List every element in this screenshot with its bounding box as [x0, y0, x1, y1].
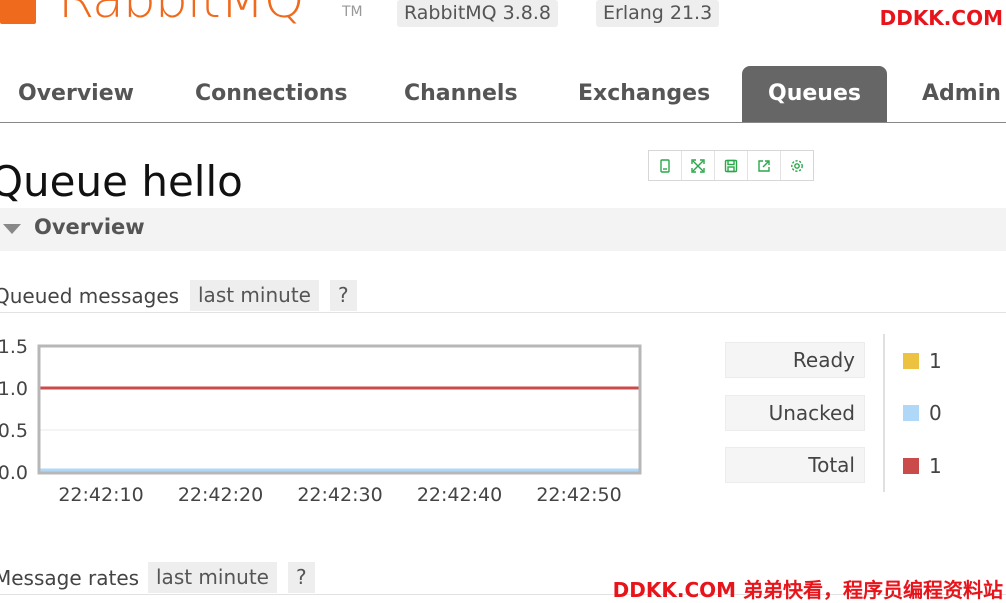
- y-tick-label: 0.5: [0, 420, 28, 442]
- version-badge: RabbitMQ 3.8.8: [397, 0, 559, 27]
- legend-ready: Ready: [725, 342, 865, 378]
- queued-messages-help[interactable]: ?: [330, 280, 357, 311]
- legend-total: Total: [725, 447, 865, 483]
- share-icon[interactable]: [748, 151, 781, 180]
- ready-swatch: [903, 353, 919, 369]
- x-tick-label: 22:42:40: [417, 484, 502, 506]
- chart-y-axis: 1.5 1.0 0.5 0.0: [0, 336, 28, 484]
- x-tick-label: 22:42:20: [178, 484, 263, 506]
- main-nav: Overview Connections Channels Exchanges …: [0, 66, 1006, 123]
- ready-count: 1: [929, 349, 942, 373]
- tab-exchanges[interactable]: Exchanges: [578, 66, 710, 122]
- toolbar: [648, 150, 814, 181]
- section-header[interactable]: [0, 208, 1006, 251]
- queued-messages-range[interactable]: last minute: [190, 280, 319, 311]
- page-title: Queue hello: [0, 157, 243, 206]
- x-tick-label: 22:42:10: [58, 484, 143, 506]
- chart-series-group: [40, 386, 640, 473]
- y-tick-label: 1.0: [0, 378, 28, 400]
- chart-x-axis: 22:42:10 22:42:20 22:42:30 22:42:40 22:42:50: [58, 484, 621, 506]
- unacked-swatch: [903, 405, 919, 421]
- total-count: 1: [929, 454, 942, 478]
- total-swatch: [903, 458, 919, 474]
- legend-unacked: Unacked: [725, 395, 865, 431]
- y-tick-label: 1.5: [0, 336, 28, 358]
- logo-text: RabbitMQ: [58, 0, 304, 30]
- message-rates-help[interactable]: ?: [288, 562, 315, 593]
- logo-trademark: TM: [342, 4, 363, 20]
- queued-messages-chart: 1.51.00.50.0 22:42:10 22:42:20 22:42:30 22:…: [0, 336, 642, 506]
- legend-divider: [883, 334, 885, 492]
- settings-icon[interactable]: [781, 151, 813, 180]
- chart-frame: [37, 344, 642, 475]
- x-tick-label: 22:42:50: [536, 484, 621, 506]
- watermark-top: DDKK.COM: [879, 6, 1003, 30]
- tab-channels[interactable]: Channels: [404, 66, 518, 122]
- message-rates-label: Message rates: [0, 566, 140, 590]
- tab-connections[interactable]: Connections: [195, 66, 347, 122]
- erlang-badge: Erlang 21.3: [596, 0, 720, 27]
- collapse-arrow-icon[interactable]: [3, 224, 21, 234]
- message-rates-range[interactable]: last minute: [148, 562, 277, 593]
- chart-grid: [40, 345, 640, 473]
- fullscreen-icon[interactable]: [682, 151, 715, 180]
- divider: [0, 312, 1006, 313]
- x-tick-label: 22:42:30: [297, 484, 382, 506]
- queued-messages-label: Queued messages: [0, 284, 180, 308]
- copy-icon[interactable]: [649, 151, 682, 180]
- tab-overview[interactable]: Overview: [18, 66, 134, 122]
- unacked-count: 0: [929, 401, 942, 425]
- save-icon[interactable]: [715, 151, 748, 180]
- tab-admin[interactable]: Admin: [922, 66, 1001, 122]
- tab-queues[interactable]: Queues: [742, 66, 887, 122]
- y-tick-label: 0.0: [0, 462, 28, 484]
- section-title[interactable]: Overview: [34, 215, 145, 239]
- logo-mark: [0, 0, 36, 24]
